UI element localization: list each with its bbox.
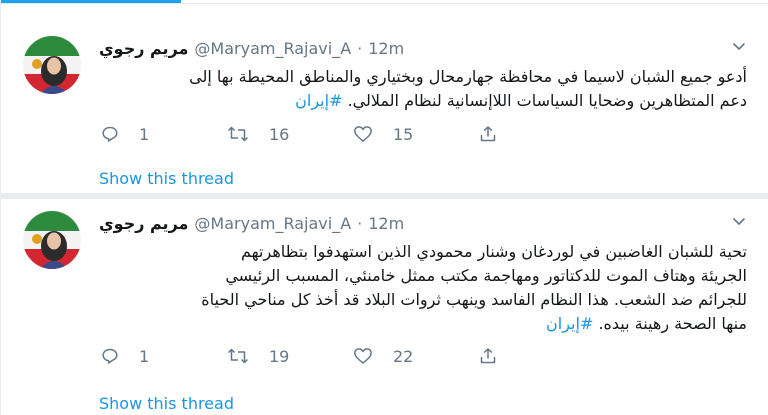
- retweet-button[interactable]: 16: [227, 125, 353, 144]
- like-count: 22: [393, 346, 414, 366]
- tweet-text: أدعو جميع الشبان لاسيما في محافظة جهارمح…: [99, 65, 747, 113]
- tweet-text-line: الجريئة وهتاف الموت للدكتاتور ومهاجمة مك…: [225, 266, 747, 285]
- reply-icon: [102, 126, 118, 142]
- separator-dot: ·: [357, 213, 363, 233]
- chevron-down-icon[interactable]: [731, 38, 747, 54]
- share-button[interactable]: [479, 125, 519, 143]
- retweet-icon: [227, 348, 249, 364]
- show-thread-link[interactable]: Show this thread: [99, 169, 234, 188]
- avatar-image: [23, 36, 81, 94]
- show-thread-link[interactable]: Show this thread: [99, 394, 234, 413]
- hashtag-link[interactable]: #إيران: [546, 314, 593, 333]
- timestamp[interactable]: 12m: [368, 214, 404, 233]
- tweet-text-line: للجرائم ضد الشعب. هذا النظام الفاسد وينه…: [201, 290, 747, 309]
- share-button[interactable]: [479, 347, 519, 365]
- timestamp[interactable]: 12m: [368, 39, 404, 58]
- avatar-image: [23, 211, 81, 269]
- avatar[interactable]: [23, 211, 81, 269]
- chevron-down-icon[interactable]: [731, 213, 747, 229]
- retweet-count: 16: [269, 124, 290, 144]
- share-icon: [480, 126, 496, 142]
- tweet-text-line-content: منها الصحة رهينة بيده.: [598, 314, 747, 333]
- tweet-text-line-content: دعم المتظاهرين وضحايا السياسات اللاإنسان…: [347, 91, 747, 110]
- reply-button[interactable]: 1: [101, 347, 227, 366]
- divider: [1, 3, 768, 4]
- like-count: 15: [393, 124, 414, 144]
- reply-count: 1: [139, 124, 150, 144]
- like-button[interactable]: 22: [353, 347, 479, 366]
- user-handle[interactable]: @Maryam_Rajavi_A: [194, 39, 351, 58]
- hashtag-link[interactable]: #إيران: [295, 91, 342, 110]
- display-name[interactable]: مريم رجوي: [99, 214, 188, 233]
- reply-icon: [102, 348, 118, 364]
- heart-icon: [354, 348, 372, 364]
- share-icon: [480, 348, 496, 364]
- tweet-text-line: أدعو جميع الشبان لاسيما في محافظة جهارمح…: [189, 67, 747, 86]
- tweet-text-line: تحية للشبان الغاضبين في لوردغان وشنار مح…: [241, 242, 747, 261]
- retweet-count: 19: [269, 346, 290, 366]
- tweet-header: مريم رجوي @Maryam_Rajavi_A · 12m: [99, 36, 404, 60]
- tweet-text-line: منها الصحة رهينة بيده. #إيران: [99, 312, 747, 336]
- user-handle[interactable]: @Maryam_Rajavi_A: [194, 214, 351, 233]
- reply-button[interactable]: 1: [101, 125, 227, 144]
- tweet-text-line: دعم المتظاهرين وضحايا السياسات اللاإنسان…: [99, 89, 747, 113]
- timeline: مريم رجوي @Maryam_Rajavi_A · 12m أدعو جم…: [0, 0, 768, 415]
- separator-dot: ·: [357, 38, 363, 58]
- tweet-actions: 1 16 15: [101, 122, 519, 146]
- tweet-text: تحية للشبان الغاضبين في لوردغان وشنار مح…: [99, 240, 747, 336]
- avatar[interactable]: [23, 36, 81, 94]
- tweet-header: مريم رجوي @Maryam_Rajavi_A · 12m: [99, 211, 404, 235]
- tweet-actions: 1 19 22: [101, 344, 519, 368]
- reply-count: 1: [139, 346, 150, 366]
- retweet-icon: [227, 126, 249, 142]
- retweet-button[interactable]: 19: [227, 347, 353, 366]
- tweet[interactable]: مريم رجوي @Maryam_Rajavi_A · 12m أدعو جم…: [1, 24, 768, 194]
- display-name[interactable]: مريم رجوي: [99, 39, 188, 58]
- tweet[interactable]: مريم رجوي @Maryam_Rajavi_A · 12m تحية لل…: [1, 199, 768, 415]
- like-button[interactable]: 15: [353, 125, 479, 144]
- heart-icon: [354, 126, 372, 142]
